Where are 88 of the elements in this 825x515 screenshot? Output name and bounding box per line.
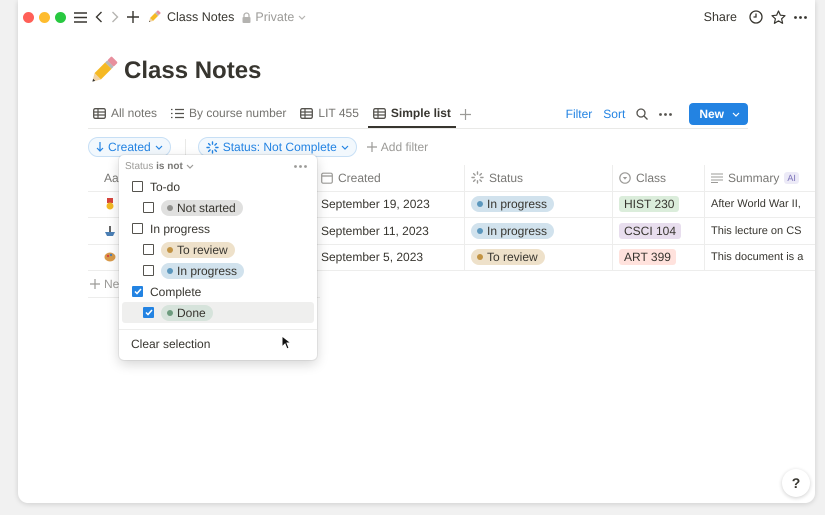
privacy-label[interactable]: Private	[255, 10, 294, 24]
back-icon[interactable]	[95, 11, 103, 23]
view-tab[interactable]: All notes	[88, 100, 162, 128]
status-tag: In progress	[471, 196, 554, 212]
boat-icon	[104, 224, 116, 237]
add-filter-button[interactable]: Add filter	[380, 140, 428, 154]
checkbox[interactable]	[143, 244, 154, 255]
view-tab[interactable]: Simple list	[368, 100, 456, 128]
column-header[interactable]: Aa	[104, 170, 119, 185]
class-tag: CSCI 104	[619, 222, 682, 239]
ai-badge: AI	[784, 172, 799, 184]
checkbox[interactable]	[132, 181, 143, 192]
status-group-label[interactable]: Complete	[150, 284, 202, 298]
status-tag: To review	[471, 249, 545, 266]
checkbox[interactable]	[132, 286, 143, 297]
arrow-down-icon	[96, 142, 104, 152]
add-view-icon[interactable]	[460, 108, 471, 120]
list-icon	[171, 108, 184, 118]
status-tag: Done	[161, 304, 213, 320]
close-window-button[interactable]	[23, 12, 34, 22]
medal-icon	[104, 198, 116, 210]
table-cell: September 5, 2023	[321, 250, 424, 264]
filter-button[interactable]: Filter	[566, 107, 592, 121]
table-cell: September 19, 2023	[321, 197, 430, 212]
chevron-down-icon	[340, 144, 349, 150]
chevron-down-icon	[154, 144, 163, 150]
checkbox[interactable]	[132, 223, 143, 234]
text-lines-icon	[711, 172, 723, 183]
status-group-label[interactable]: In progress	[150, 222, 210, 236]
filter-property: Status	[125, 161, 154, 172]
table-cell: September 11, 2023	[321, 224, 429, 238]
share-button[interactable]: Share	[704, 10, 737, 24]
column-header[interactable]: Class	[636, 170, 666, 185]
new-row-button[interactable]: Ne	[104, 277, 120, 291]
plus-icon	[90, 279, 100, 289]
search-icon[interactable]	[636, 108, 648, 120]
checkbox[interactable]	[143, 202, 154, 213]
more-icon[interactable]	[659, 112, 672, 116]
status-tag: In progress	[161, 262, 244, 278]
clock-icon[interactable]	[749, 10, 763, 24]
status-tag: Not started	[161, 200, 243, 216]
table-icon	[300, 108, 314, 118]
breadcrumb-link[interactable]: Class Notes	[167, 10, 234, 24]
status-option[interactable]: In progress	[122, 260, 314, 281]
filter-chip[interactable]: Created	[88, 137, 171, 157]
more-icon[interactable]	[794, 16, 807, 18]
filter-operator[interactable]: is not	[156, 161, 183, 172]
mouse-cursor-icon	[281, 335, 291, 350]
view-tab[interactable]: By course number	[166, 100, 292, 128]
status-option[interactable]: Done	[122, 302, 314, 323]
status-option[interactable]: Not started	[122, 197, 314, 218]
pencil-icon	[147, 10, 161, 24]
plus-icon	[366, 142, 377, 152]
view-tab[interactable]: LIT 455	[295, 100, 364, 128]
table-icon	[93, 108, 106, 118]
spinner-icon	[471, 171, 484, 184]
new-button[interactable]: New	[689, 103, 748, 125]
checkbox[interactable]	[143, 265, 154, 276]
status-group-label[interactable]: To-do	[150, 180, 180, 194]
page-title: Class Notes	[124, 57, 262, 85]
calendar-icon	[321, 172, 333, 184]
plus-icon[interactable]	[127, 11, 139, 23]
column-header[interactable]: Summary	[728, 170, 780, 185]
column-header[interactable]: Status	[489, 170, 524, 185]
status-tag: In progress	[471, 222, 554, 239]
chevron-down-icon	[298, 14, 306, 20]
lock-icon	[242, 12, 252, 22]
table-cell: This lecture on CS	[711, 224, 802, 237]
clear-selection-button[interactable]: Clear selection	[131, 337, 210, 351]
class-tag: ART 399	[619, 249, 676, 266]
checkbox[interactable]	[143, 307, 154, 318]
column-header[interactable]: Created	[338, 170, 381, 185]
table-icon	[372, 108, 386, 118]
sort-button[interactable]: Sort	[603, 107, 626, 121]
class-tag: HIST 230	[619, 196, 680, 212]
star-icon[interactable]	[771, 10, 786, 24]
menu-icon[interactable]	[74, 12, 87, 22]
table-cell: This document is a	[711, 251, 804, 264]
chevron-down-icon	[732, 112, 740, 116]
spinner-icon	[206, 140, 219, 154]
help-button[interactable]: ?	[782, 469, 810, 497]
status-option[interactable]: To review	[122, 239, 314, 260]
palette-icon	[104, 251, 116, 264]
dropdown-circle-icon	[619, 172, 631, 184]
status-tag: To review	[161, 242, 235, 258]
filter-chip[interactable]: Status: Not Complete	[198, 137, 357, 157]
table-cell: After World War II,	[711, 198, 801, 210]
chevron-down-icon	[186, 164, 194, 169]
